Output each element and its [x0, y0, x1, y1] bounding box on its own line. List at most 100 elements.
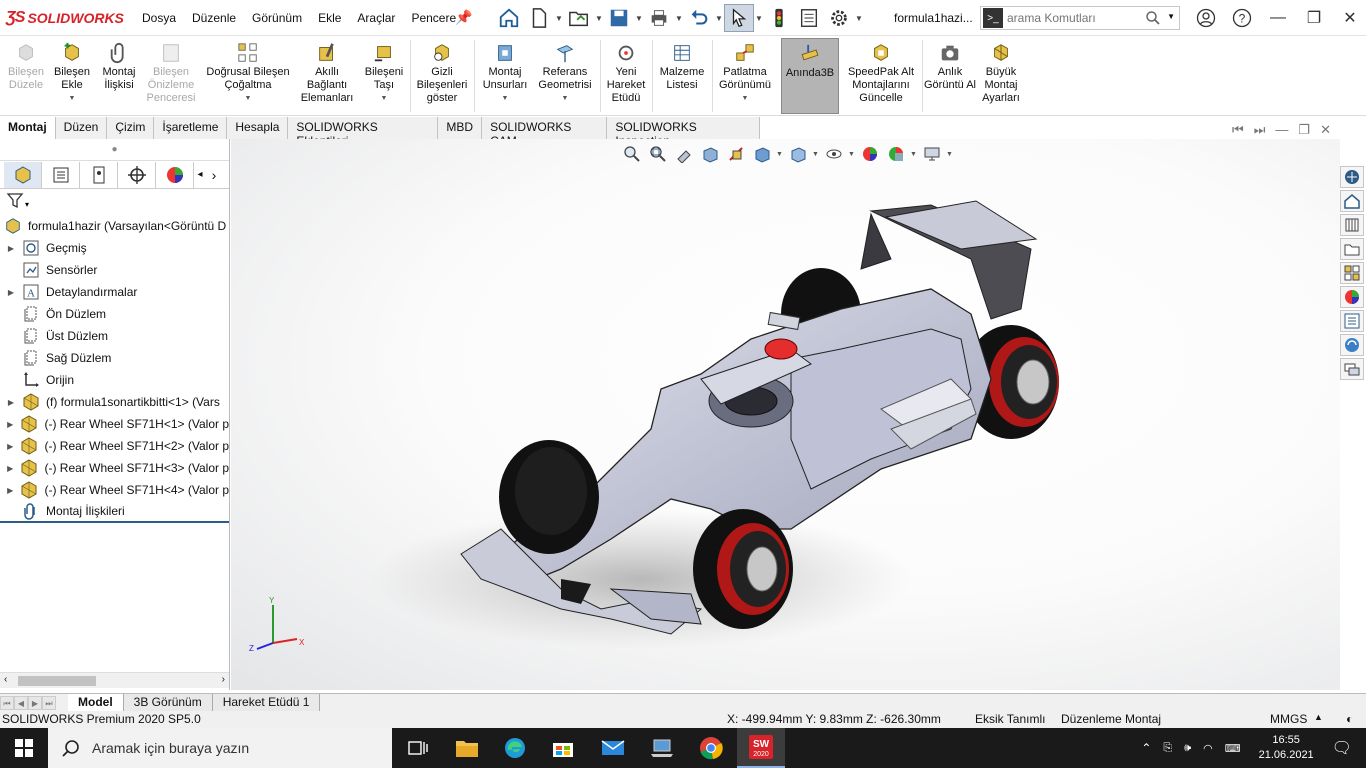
tab-solidworks-inspection[interactable]: SOLIDWORKS Inspection: [607, 117, 760, 148]
expand-arrow-icon[interactable]: ▶: [4, 288, 18, 297]
open-folder-icon[interactable]: [564, 4, 594, 32]
command-search[interactable]: >_ ▼: [980, 6, 1180, 30]
minimize-icon[interactable]: —: [1260, 4, 1296, 32]
dimxpert-tab-icon[interactable]: [118, 161, 156, 188]
viewport-restore-icon[interactable]: ❐: [1298, 122, 1310, 138]
viewport-next-icon[interactable]: ⏭: [1254, 122, 1266, 138]
view-settings-monitor-icon[interactable]: [920, 143, 944, 165]
home-task-icon[interactable]: [1340, 190, 1364, 212]
dynamic-annotation-icon[interactable]: [724, 143, 748, 165]
file-explorer-taskbar-icon[interactable]: [443, 728, 491, 768]
tab-3d-view[interactable]: 3B Görünüm: [123, 693, 213, 712]
notification-center-icon[interactable]: 🗨: [1332, 738, 1352, 758]
language-icon[interactable]: ⌨: [1225, 742, 1241, 755]
zoom-to-fit-icon[interactable]: [620, 143, 644, 165]
close-icon[interactable]: ✕: [1332, 4, 1366, 32]
feature-manager-tab-icon[interactable]: [4, 161, 42, 188]
home-icon[interactable]: [494, 4, 524, 32]
view-settings-dropdown-icon[interactable]: ▼: [946, 151, 954, 158]
task-view-icon[interactable]: [394, 728, 442, 768]
solidworks-resources-icon[interactable]: [1340, 166, 1364, 188]
volume-icon[interactable]: 🕪: [1184, 742, 1191, 755]
take-snapshot-button[interactable]: Anlık Görüntü Al: [924, 38, 976, 114]
prev-tab-icon[interactable]: ◀: [14, 695, 28, 710]
solidworks-taskbar-icon[interactable]: SW 2020: [737, 728, 785, 768]
formula1-car-model[interactable]: Y X Z: [231, 139, 1340, 690]
insert-component-button[interactable]: Bileşen Ekle ▼: [50, 38, 94, 114]
select-cursor-icon[interactable]: [724, 4, 754, 32]
menu-dosya[interactable]: Dosya: [142, 11, 176, 25]
wifi-icon[interactable]: ◠: [1203, 742, 1213, 755]
reference-geometry-button[interactable]: Referans Geometrisi ▼: [534, 38, 596, 114]
smart-fasteners-button[interactable]: Akıllı Bağlantı Elemanları: [298, 38, 356, 114]
bill-of-materials-button[interactable]: Malzeme Listesi: [654, 38, 710, 114]
hide-show-items-icon[interactable]: [822, 143, 846, 165]
tab-model[interactable]: Model: [68, 693, 124, 712]
apply-scene-icon[interactable]: [884, 143, 908, 165]
section-view-icon[interactable]: [698, 143, 722, 165]
expand-arrow-icon[interactable]: ▶: [4, 244, 18, 253]
tree-item-geçmiş[interactable]: ▶ Geçmiş: [0, 237, 229, 259]
taskbar-search-box[interactable]: Aramak için buraya yazın: [48, 728, 392, 768]
panel-horizontal-scrollbar[interactable]: ‹ ›: [0, 672, 229, 688]
apply-scene-dropdown-icon[interactable]: ▼: [910, 151, 918, 158]
last-tab-icon[interactable]: ⏭: [42, 695, 56, 710]
save-icon[interactable]: [604, 4, 634, 32]
save-dropdown-icon[interactable]: ▼: [634, 14, 644, 23]
menu-araclar[interactable]: Araçlar: [357, 11, 395, 25]
tab-solidworks-cam[interactable]: SOLIDWORKS CAM: [482, 117, 608, 148]
scrollbar-thumb[interactable]: [18, 676, 96, 686]
edge-browser-icon[interactable]: [491, 728, 539, 768]
view-orientation-dropdown-icon[interactable]: ▼: [776, 151, 784, 158]
reference-geometry-dropdown-icon[interactable]: ▼: [562, 92, 569, 105]
view-orientation-icon[interactable]: [750, 143, 774, 165]
expand-arrow-icon[interactable]: ▶: [4, 464, 16, 473]
microsoft-store-icon[interactable]: [539, 728, 587, 768]
tree-item-rear-wheel-sf71h-2-valor-p[interactable]: ▶ (-) Rear Wheel SF71H<2> (Valor p: [0, 435, 229, 457]
new-dropdown-icon[interactable]: ▼: [554, 14, 564, 23]
first-tab-icon[interactable]: ⏮: [0, 695, 14, 710]
assembly-features-dropdown-icon[interactable]: ▼: [502, 92, 509, 105]
appearances-icon[interactable]: [1340, 286, 1364, 308]
show-hidden-components-button[interactable]: Gizli Bileşenleri göster: [412, 38, 472, 114]
new-motion-study-button[interactable]: Yeni Hareket Etüdü: [602, 38, 650, 114]
zoom-to-area-icon[interactable]: [646, 143, 670, 165]
file-properties-icon[interactable]: [794, 4, 824, 32]
help-icon[interactable]: ?: [1224, 4, 1260, 32]
tab-solidworks-eklentileri[interactable]: SOLIDWORKS Eklentileri: [288, 117, 439, 148]
tab-montaj[interactable]: Montaj: [0, 117, 56, 139]
menu-pencere[interactable]: Pencere: [411, 11, 456, 25]
pattern-dropdown-icon[interactable]: ▼: [245, 92, 252, 105]
tree-item-rear-wheel-sf71h-4-valor-p[interactable]: ▶ (-) Rear Wheel SF71H<4> (Valor p: [0, 479, 229, 501]
restore-icon[interactable]: ❐: [1296, 4, 1332, 32]
tree-root[interactable]: formula1hazir (Varsayılan<Görüntü D: [0, 215, 229, 237]
menu-ekle[interactable]: Ekle: [318, 11, 341, 25]
search-icon[interactable]: [1145, 10, 1161, 26]
open-dropdown-icon[interactable]: ▼: [594, 14, 604, 23]
tree-item-detaylandırmalar[interactable]: ▶ A Detaylandırmalar: [0, 281, 229, 303]
scroll-right-icon[interactable]: ›: [222, 674, 225, 685]
community-icon[interactable]: [1340, 358, 1364, 380]
chrome-browser-icon[interactable]: [687, 728, 735, 768]
search-input[interactable]: [1007, 11, 1147, 25]
new-document-icon[interactable]: [524, 4, 554, 32]
options-gear-icon[interactable]: [824, 4, 854, 32]
display-manager-tab-icon[interactable]: [156, 161, 194, 188]
solidworks-forum-icon[interactable]: [1340, 334, 1364, 356]
custom-properties-icon[interactable]: [1340, 310, 1364, 332]
expand-arrow-icon[interactable]: ▶: [4, 442, 16, 451]
previous-view-icon[interactable]: [672, 143, 696, 165]
next-tab-icon[interactable]: ▶: [28, 695, 42, 710]
tree-item-ön-düzlem[interactable]: Ön Düzlem: [0, 303, 229, 325]
menu-gorunum[interactable]: Görünüm: [252, 11, 302, 25]
undo-icon[interactable]: [684, 4, 714, 32]
expand-arrow-icon[interactable]: ▶: [4, 398, 18, 407]
exploded-view-dropdown-icon[interactable]: ▼: [742, 92, 749, 105]
move-component-button[interactable]: Bileşeni Taşı ▼: [360, 38, 408, 114]
show-hidden-icons-icon[interactable]: ⌃: [1141, 741, 1151, 755]
tab-duzen[interactable]: Düzen: [55, 117, 108, 139]
tree-item-sensörler[interactable]: Sensörler: [0, 259, 229, 281]
file-explorer-icon[interactable]: [1340, 238, 1364, 260]
tab-motion-study[interactable]: Hareket Etüdü 1: [212, 693, 321, 712]
viewport-previous-icon[interactable]: ⏮: [1232, 122, 1244, 138]
